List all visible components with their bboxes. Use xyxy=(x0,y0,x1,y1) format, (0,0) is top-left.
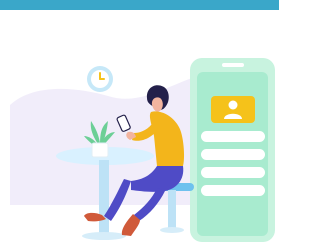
clock-icon xyxy=(87,66,113,92)
app-usage-illustration xyxy=(10,58,275,242)
list-row xyxy=(201,167,265,178)
list-row xyxy=(201,185,265,196)
list-row xyxy=(201,149,265,160)
phone-device xyxy=(190,58,275,242)
app-illustration-screen xyxy=(0,0,279,243)
phone-speaker xyxy=(222,63,244,67)
list-row xyxy=(201,131,265,142)
profile-card xyxy=(211,96,255,123)
